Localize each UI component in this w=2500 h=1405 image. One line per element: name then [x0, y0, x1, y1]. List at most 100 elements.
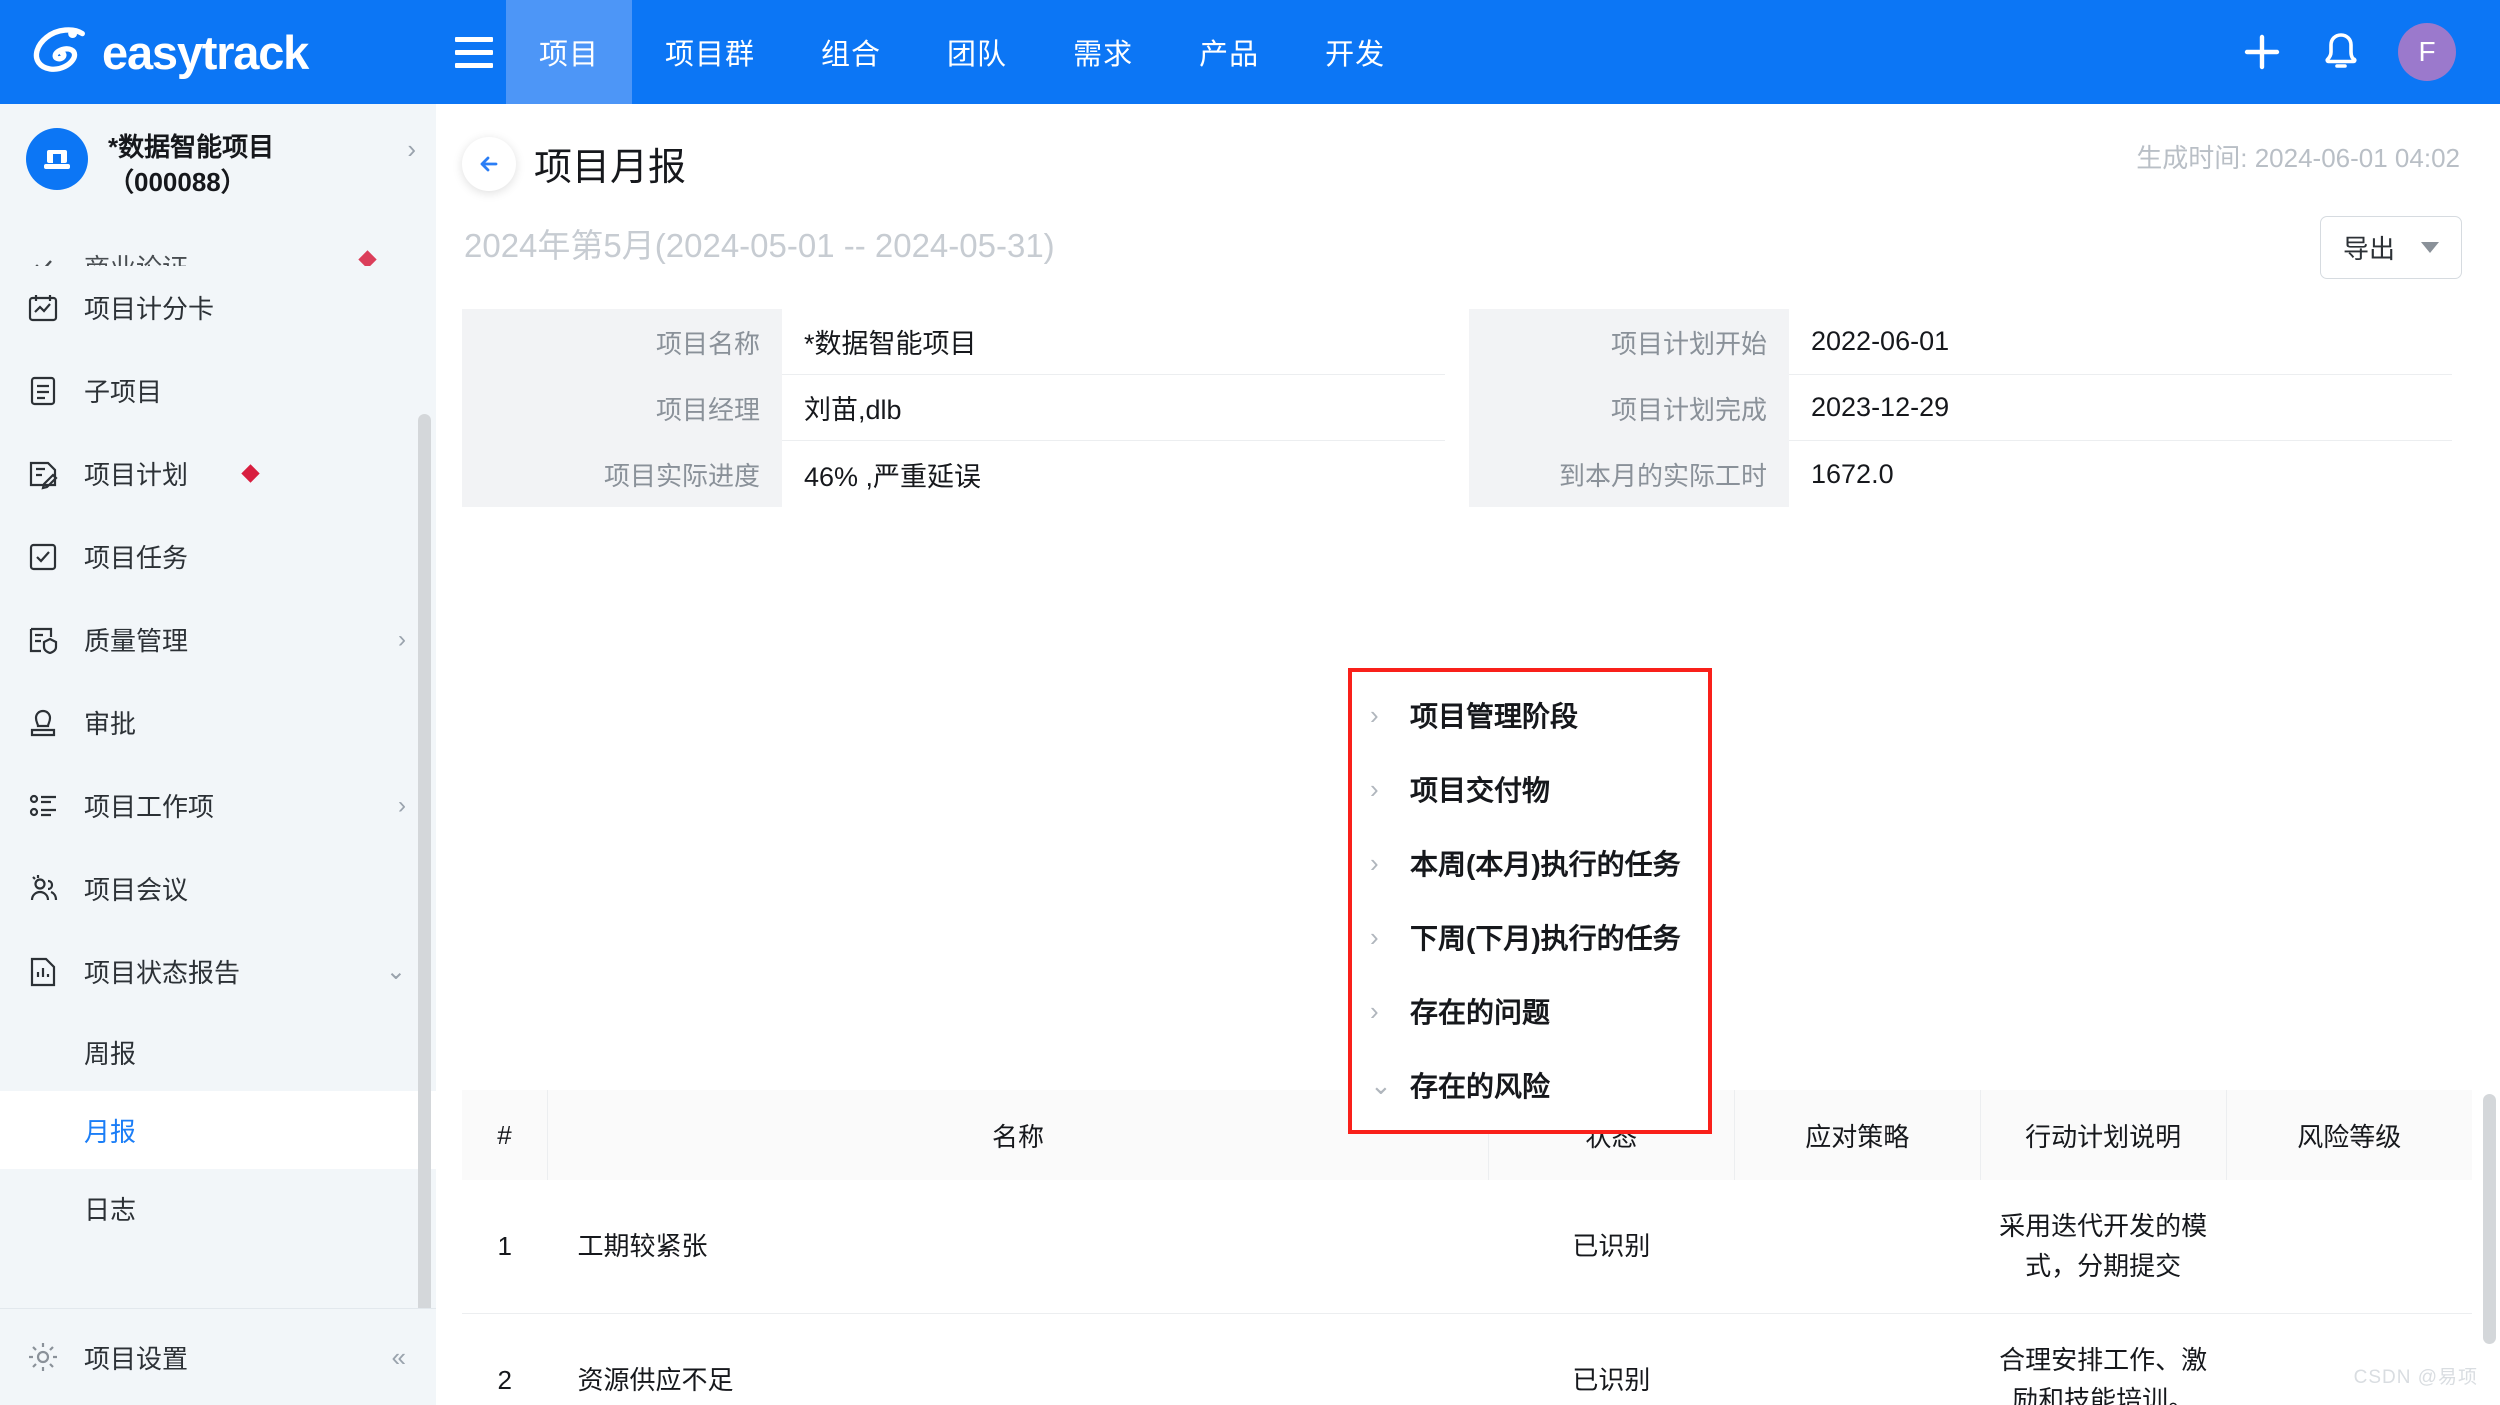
main-content: 项目月报 生成时间: 2024-06-01 04:02 2024年第5月(202…	[436, 104, 2500, 1405]
sidebar-subitem-log[interactable]: 日志	[0, 1169, 436, 1247]
chevron-right-icon: ›	[398, 791, 406, 819]
info-value: 46% ,严重延误	[804, 461, 982, 492]
avatar[interactable]: F	[2398, 23, 2456, 81]
info-label: 项目计划开始	[1469, 309, 1789, 375]
col-action: 行动计划说明	[1980, 1090, 2227, 1180]
plan-icon	[26, 457, 60, 491]
watermark: CSDN @易项	[2353, 1367, 2478, 1388]
plus-icon[interactable]	[2240, 30, 2284, 74]
nav-tab-develop[interactable]: 开发	[1292, 0, 1418, 104]
table-row: 1 工期较紧张 已识别 采用迭代开发的模式，分期提交	[462, 1180, 2472, 1314]
sidebar-item-label: 质量管理	[84, 626, 189, 656]
info-value: 1672.0	[1811, 458, 1894, 489]
section-toggle-deliverables[interactable]: › 项目交付物	[1352, 752, 1708, 826]
info-label: 到本月的实际工时	[1469, 441, 1789, 507]
arrow-left-icon[interactable]	[462, 136, 516, 191]
sidebar-item-business-case[interactable]: 商业论证 ›	[0, 226, 436, 266]
sidebar-item-approval[interactable]: 审批	[0, 681, 436, 764]
chevron-right-icon: ›	[1370, 921, 1379, 952]
collapse-sidebar-icon[interactable]: «	[392, 1342, 406, 1373]
nav-tab-team[interactable]: 团队	[914, 0, 1040, 104]
approval-icon	[26, 706, 60, 740]
sidebar-item-settings[interactable]: 项目设置 «	[0, 1309, 436, 1405]
workitem-icon	[26, 789, 60, 823]
unread-dot-icon	[358, 250, 377, 266]
nav-tab-program[interactable]: 项目群	[632, 0, 788, 104]
sidebar-subitem-weekly[interactable]: 周报	[0, 1013, 436, 1091]
sidebar-project-header[interactable]: *数据智能项目（000088） ›	[0, 104, 436, 226]
table-row: 2 资源供应不足 已识别 合理安排工作、激励和技能培训。	[462, 1313, 2472, 1405]
info-value: 2022-06-01	[1789, 309, 2452, 375]
nav-tab-portfolio[interactable]: 组合	[788, 0, 914, 104]
project-avatar-icon	[26, 128, 88, 190]
cell-strategy	[1734, 1180, 1981, 1314]
cell-name-link[interactable]: 工期较紧张	[547, 1180, 1489, 1314]
quality-icon	[26, 623, 60, 657]
risk-table: # 名称 状态 应对策略 行动计划说明 风险等级 1 工期较紧张 已识别 采用迭…	[462, 1090, 2472, 1405]
chevron-down-icon: ⌄	[1370, 1069, 1392, 1100]
nav-tab-requirement[interactable]: 需求	[1040, 0, 1166, 104]
col-index: #	[462, 1090, 549, 1180]
sidebar-item-label: 项目会议	[84, 875, 189, 905]
chevron-right-icon: ›	[1370, 699, 1379, 730]
section-toggle-management-stage[interactable]: › 项目管理阶段	[1352, 678, 1708, 752]
info-row: 项目名称 *数据智能项目	[462, 309, 1445, 375]
risk-table-body: 1 工期较紧张 已识别 采用迭代开发的模式，分期提交 2 资源供应不足 已识别 …	[462, 1180, 2472, 1405]
sidebar-item-scorecard[interactable]: 项目计分卡	[0, 266, 436, 349]
sidebar-item-status-report[interactable]: 项目状态报告 ⌄	[0, 930, 436, 1013]
sidebar-project-name: *数据智能项目（000088）	[108, 132, 275, 198]
hamburger-icon[interactable]	[442, 0, 506, 104]
generated-time: 生成时间: 2024-06-01 04:02	[2136, 143, 2460, 173]
sidebar-item-label: 项目任务	[84, 543, 189, 573]
chevron-right-icon: ›	[1370, 847, 1379, 878]
info-value: *数据智能项目	[782, 309, 1445, 375]
cell-index: 1	[462, 1180, 548, 1314]
cell-action-plan: 合理安排工作、激励和技能培训。	[1980, 1313, 2227, 1405]
section-toggle-current-tasks[interactable]: › 本周(本月)执行的任务	[1352, 826, 1708, 900]
content-scrollbar[interactable]	[2483, 1094, 2496, 1344]
sidebar-item-reports[interactable]: 项目报表	[0, 1247, 436, 1266]
export-button-label: 导出	[2342, 234, 2395, 264]
section-toggle-issues[interactable]: › 存在的问题	[1352, 974, 1708, 1048]
info-row: 到本月的实际工时 1672.0	[1469, 441, 2452, 507]
cell-status: 已识别	[1488, 1313, 1735, 1405]
chevron-down-icon: ⌄	[385, 958, 406, 985]
cell-name-link[interactable]: 资源供应不足	[547, 1313, 1489, 1405]
section-label: 存在的风险	[1410, 1071, 1551, 1102]
sidebar-item-workitem[interactable]: 项目工作项 ›	[0, 764, 436, 847]
chevron-right-icon: ›	[398, 257, 406, 266]
export-button[interactable]: 导出	[2319, 216, 2462, 279]
col-level: 风险等级	[2226, 1090, 2472, 1180]
brand-name: easytrack	[102, 25, 309, 79]
business-case-icon	[26, 251, 60, 266]
nav-tab-project[interactable]: 项目	[506, 0, 633, 104]
section-label: 项目交付物	[1410, 775, 1551, 806]
info-row: 项目经理 刘苗,dlb	[462, 375, 1445, 441]
sidebar-item-subproject[interactable]: 子项目	[0, 349, 436, 432]
info-row: 项目计划开始 2022-06-01	[1469, 309, 2452, 375]
cell-action-plan: 采用迭代开发的模式，分期提交	[1980, 1180, 2227, 1314]
chevron-right-icon: ›	[407, 134, 416, 164]
sidebar-item-quality[interactable]: 质量管理 ›	[0, 598, 436, 681]
task-icon	[26, 540, 60, 574]
sidebar-scrollbar[interactable]	[418, 414, 431, 1334]
report-icon	[26, 955, 60, 989]
sidebar-item-meeting[interactable]: 项目会议	[0, 847, 436, 930]
section-label: 项目管理阶段	[1410, 701, 1579, 732]
nav-tab-product[interactable]: 产品	[1166, 0, 1292, 104]
risk-table-wrapper: # 名称 状态 应对策略 行动计划说明 风险等级 1 工期较紧张 已识别 采用迭…	[462, 1090, 2472, 1405]
brand-logo[interactable]: easytrack	[0, 0, 436, 104]
info-label: 项目计划完成	[1469, 375, 1789, 441]
cell-level	[2226, 1313, 2472, 1405]
info-label: 项目经理	[462, 375, 782, 441]
section-label: 本周(本月)执行的任务	[1410, 849, 1681, 880]
section-toggle-next-tasks[interactable]: › 下周(下月)执行的任务	[1352, 900, 1708, 974]
sidebar-item-label: 项目计划	[84, 460, 189, 490]
sidebar-item-task[interactable]: 项目任务	[0, 515, 436, 598]
section-toggle-risks[interactable]: ⌄ 存在的风险	[1352, 1048, 1708, 1122]
easytrack-logo-icon	[30, 21, 92, 83]
col-strategy: 应对策略	[1734, 1090, 1981, 1180]
sidebar-item-plan[interactable]: 项目计划	[0, 432, 436, 515]
sidebar-subitem-monthly[interactable]: 月报	[0, 1091, 436, 1169]
bell-icon[interactable]	[2320, 30, 2362, 74]
